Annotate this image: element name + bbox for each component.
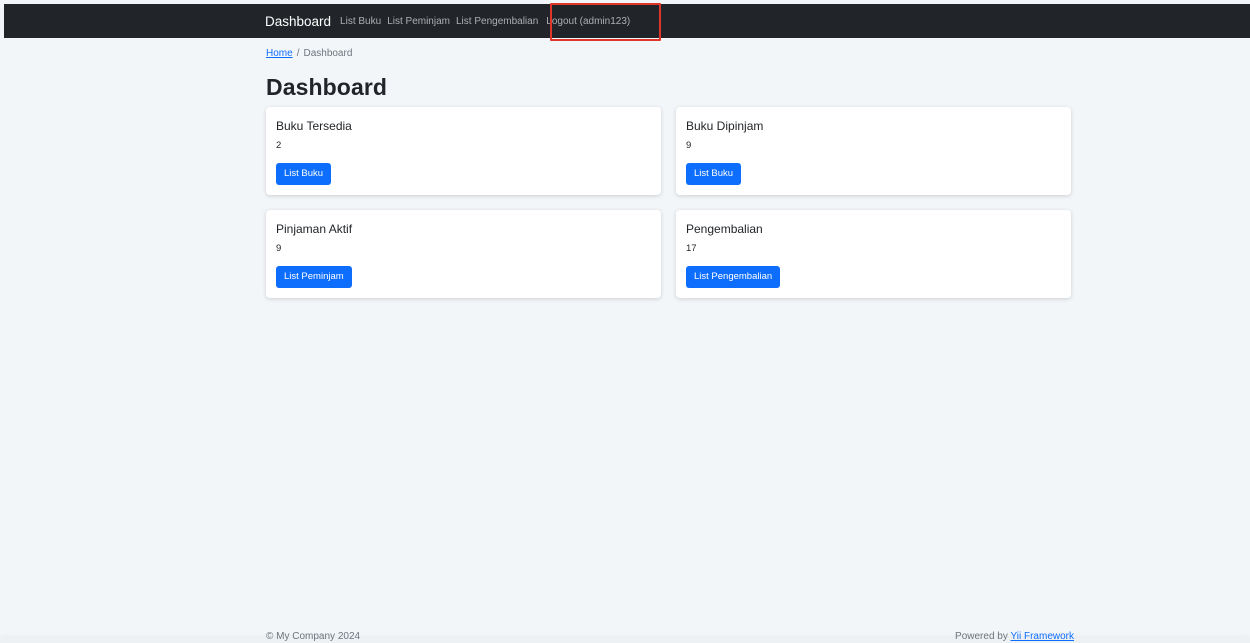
breadcrumb-home-link[interactable]: Home [266, 48, 293, 59]
card-value: 17 [686, 243, 697, 254]
footer-powered-by: Powered by Yii Framework [955, 631, 1074, 642]
card-title: Buku Dipinjam [686, 119, 764, 133]
highlight-box [550, 3, 661, 41]
card-title: Pengembalian [686, 222, 763, 236]
list-pengembalian-button[interactable]: List Pengembalian [686, 266, 781, 288]
card-pinjaman-aktif: Pinjaman Aktif 9 List Peminjam [266, 210, 661, 298]
nav-link-list-buku[interactable]: List Buku [340, 16, 381, 27]
card-title: Buku Tersedia [276, 119, 352, 133]
list-peminjam-button[interactable]: List Peminjam [276, 266, 352, 288]
card-value: 2 [276, 140, 282, 151]
card-value: 9 [686, 140, 692, 151]
card-buku-dipinjam: Buku Dipinjam 9 List Buku [676, 107, 1071, 195]
breadcrumb-current: Dashboard [303, 48, 353, 59]
powered-by-text: Powered by [955, 631, 1008, 642]
yii-framework-link[interactable]: Yii Framework [1010, 631, 1074, 642]
card-pengembalian: Pengembalian 17 List Pengembalian [676, 210, 1071, 298]
list-buku-button[interactable]: List Buku [276, 163, 332, 185]
breadcrumb: Home / Dashboard [266, 48, 352, 59]
navbar-brand[interactable]: Dashboard [265, 14, 331, 29]
nav-link-list-pengembalian[interactable]: List Pengembalian [456, 16, 538, 27]
card-title: Pinjaman Aktif [276, 222, 353, 236]
nav-link-list-peminjam[interactable]: List Peminjam [387, 16, 450, 27]
card-buku-tersedia: Buku Tersedia 2 List Buku [266, 107, 661, 195]
list-buku-button[interactable]: List Buku [686, 163, 742, 185]
card-value: 9 [276, 243, 282, 254]
page-title: Dashboard [266, 74, 388, 100]
footer-copyright: © My Company 2024 [266, 631, 361, 642]
breadcrumb-separator: / [296, 48, 300, 59]
